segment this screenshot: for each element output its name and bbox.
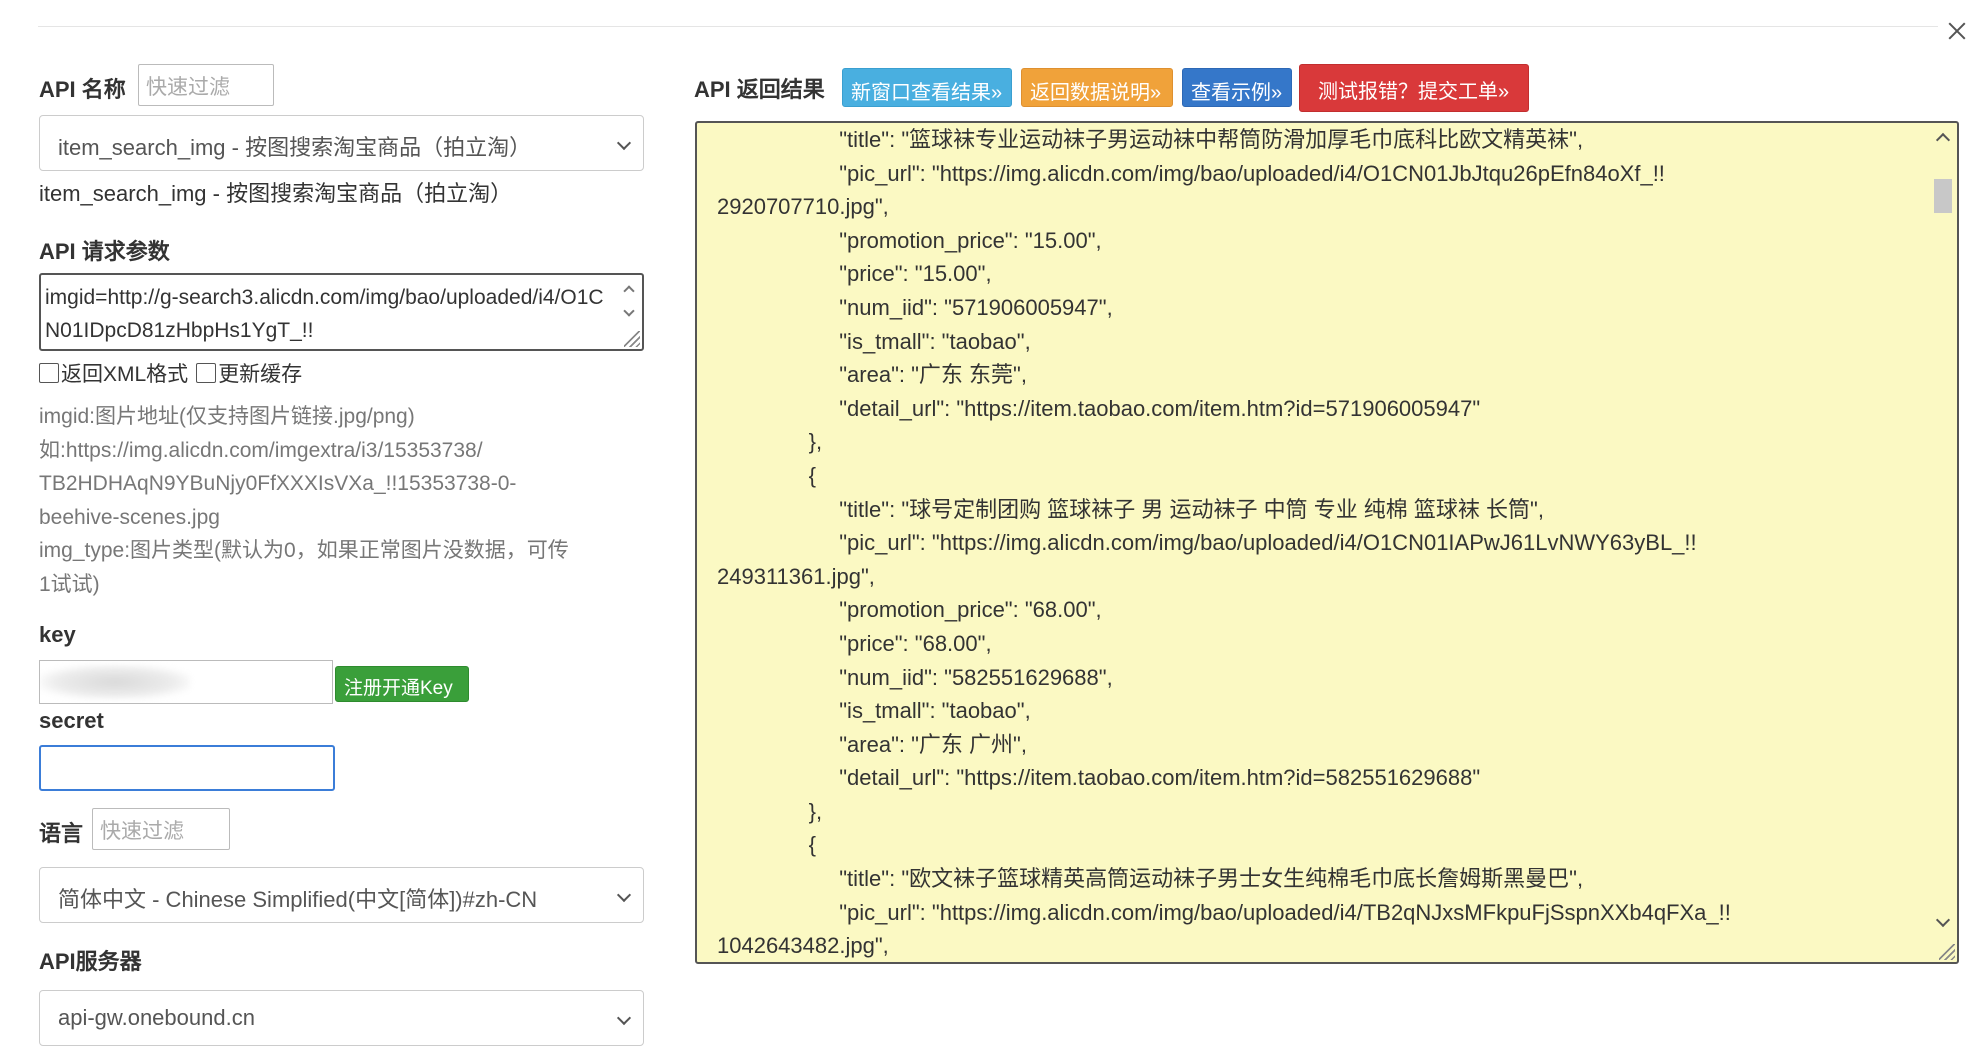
language-filter-input[interactable]: 快速过滤 bbox=[92, 808, 230, 850]
api-name-select-value: item_search_img - 按图搜索淘宝商品（拍立淘） bbox=[58, 135, 532, 160]
api-name-description: item_search_img - 按图搜索淘宝商品（拍立淘） bbox=[39, 181, 513, 206]
params-help-text: imgid:图片地址(仅支持图片链接.jpg/png) 如:https://im… bbox=[39, 400, 639, 601]
api-name-label: API 名称 bbox=[39, 77, 126, 102]
language-select-value: 简体中文 - Chinese Simplified(中文[简体])#zh-CN bbox=[58, 887, 538, 912]
api-name-select[interactable]: item_search_img - 按图搜索淘宝商品（拍立淘） bbox=[39, 115, 644, 171]
chevron-down-icon bbox=[616, 135, 632, 151]
api-params-textarea[interactable]: imgid=http://g-search3.alicdn.com/img/ba… bbox=[39, 273, 644, 351]
language-select[interactable]: 简体中文 - Chinese Simplified(中文[简体])#zh-CN bbox=[39, 867, 644, 923]
result-line: "title": "篮球袜专业运动袜子男运动袜中帮筒防滑加厚毛巾底科比欧文精英袜… bbox=[717, 127, 1584, 152]
result-line: "num_iid": "582551629688", bbox=[717, 664, 1113, 690]
data-description-button[interactable]: 返回数据说明» bbox=[1021, 68, 1173, 107]
scroll-up-icon[interactable] bbox=[623, 285, 635, 297]
result-line: "price": "15.00", bbox=[717, 261, 992, 287]
result-line: "num_iid": "571906005947", bbox=[717, 294, 1113, 320]
params-options: 返回XML格式 更新缓存 bbox=[39, 358, 310, 388]
result-line: "price": "68.00", bbox=[717, 630, 992, 656]
help-line: 1试试) bbox=[39, 572, 100, 596]
result-line: "detail_url": "https://item.taobao.com/i… bbox=[717, 765, 1481, 791]
refresh-cache-label: 更新缓存 bbox=[218, 363, 303, 386]
result-line: }, bbox=[717, 429, 823, 455]
refresh-cache-checkbox[interactable] bbox=[196, 363, 217, 383]
result-line: 249311361.jpg", bbox=[717, 563, 875, 589]
chevron-down-icon bbox=[616, 1010, 632, 1026]
redacted-key-blur bbox=[40, 665, 190, 699]
result-line: "pic_url": "https://img.alicdn.com/img/b… bbox=[717, 899, 1731, 925]
help-line: TB2HDHAqN9YBuNjy0FfXXXIsVXa_!!15353738-0… bbox=[39, 472, 517, 495]
server-label: API服务器 bbox=[39, 949, 142, 974]
close-icon[interactable] bbox=[1944, 18, 1970, 44]
result-line: "promotion_price": "15.00", bbox=[717, 227, 1102, 253]
scroll-down-icon[interactable] bbox=[623, 305, 635, 317]
result-line: 2920707710.jpg", bbox=[717, 194, 889, 220]
secret-label: secret bbox=[39, 708, 104, 733]
result-line: }, bbox=[717, 798, 823, 824]
result-line: "pic_url": "https://img.alicdn.com/img/b… bbox=[717, 530, 1697, 556]
result-line: "promotion_price": "68.00", bbox=[717, 597, 1102, 623]
language-label: 语言 bbox=[39, 821, 84, 846]
result-line: { bbox=[717, 462, 817, 488]
scroll-thumb[interactable] bbox=[1934, 179, 1952, 213]
register-key-button[interactable]: 注册开通Key bbox=[335, 666, 469, 702]
new-window-button[interactable]: 新窗口查看结果» bbox=[842, 68, 1012, 107]
help-line: img_type:图片类型(默认为0，如果正常图片没数据，可传 bbox=[39, 539, 569, 562]
server-select-value: api-gw.onebound.cn bbox=[58, 1005, 255, 1030]
api-result-label: API 返回结果 bbox=[694, 77, 825, 102]
result-line: 1042643482.jpg", bbox=[717, 933, 889, 959]
result-line: "area": "广东 广州", bbox=[717, 731, 1027, 757]
result-scrollbar[interactable] bbox=[1931, 125, 1955, 960]
help-line: beehive-scenes.jpg bbox=[39, 505, 220, 529]
result-line: "is_tmall": "taobao", bbox=[717, 698, 1031, 724]
api-params-label: API 请求参数 bbox=[39, 239, 170, 264]
result-line: "title": "球号定制团购 篮球袜子 男 运动袜子 中筒 专业 纯棉 篮球… bbox=[717, 496, 1544, 522]
return-xml-label: 返回XML格式 bbox=[61, 363, 189, 386]
server-select[interactable]: api-gw.onebound.cn bbox=[39, 990, 644, 1046]
api-params-value: imgid=http://g-search3.alicdn.com/img/ba… bbox=[45, 286, 604, 342]
result-line: { bbox=[717, 832, 817, 858]
scroll-up-icon[interactable] bbox=[1935, 132, 1951, 148]
api-name-filter-input[interactable]: 快速过滤 bbox=[138, 64, 274, 106]
scroll-down-icon[interactable] bbox=[1935, 912, 1951, 928]
report-error-button[interactable]: 测试报错？提交工单» bbox=[1299, 64, 1529, 112]
result-line: "is_tmall": "taobao", bbox=[717, 328, 1031, 354]
key-input[interactable] bbox=[39, 660, 333, 704]
return-xml-checkbox[interactable] bbox=[39, 363, 59, 383]
secret-input[interactable] bbox=[39, 745, 335, 791]
chevron-down-icon bbox=[616, 887, 632, 903]
result-content: "title": "篮球袜专业运动袜子男运动袜中帮筒防滑加厚毛巾底科比欧文精英袜… bbox=[717, 123, 1731, 962]
result-line: "area": "广东 东莞", bbox=[717, 362, 1027, 388]
view-example-button[interactable]: 查看示例» bbox=[1182, 68, 1292, 107]
result-line: "pic_url": "https://img.alicdn.com/img/b… bbox=[717, 160, 1665, 186]
help-line: imgid:图片地址(仅支持图片链接.jpg/png) bbox=[39, 405, 415, 428]
resize-grip-icon[interactable] bbox=[1939, 944, 1955, 960]
key-label: key bbox=[39, 622, 76, 647]
help-line: 如:https://img.alicdn.com/imgextra/i3/153… bbox=[39, 438, 483, 462]
result-line: "detail_url": "https://item.taobao.com/i… bbox=[717, 395, 1481, 421]
api-result-textarea[interactable]: "title": "篮球袜专业运动袜子男运动袜中帮筒防滑加厚毛巾底科比欧文精英袜… bbox=[695, 121, 1959, 964]
resize-grip-icon[interactable] bbox=[624, 331, 640, 347]
top-divider bbox=[38, 26, 1938, 27]
result-line: "title": "欧文袜子篮球精英高筒运动袜子男士女生纯棉毛巾底长詹姆斯黑曼巴… bbox=[717, 866, 1584, 892]
